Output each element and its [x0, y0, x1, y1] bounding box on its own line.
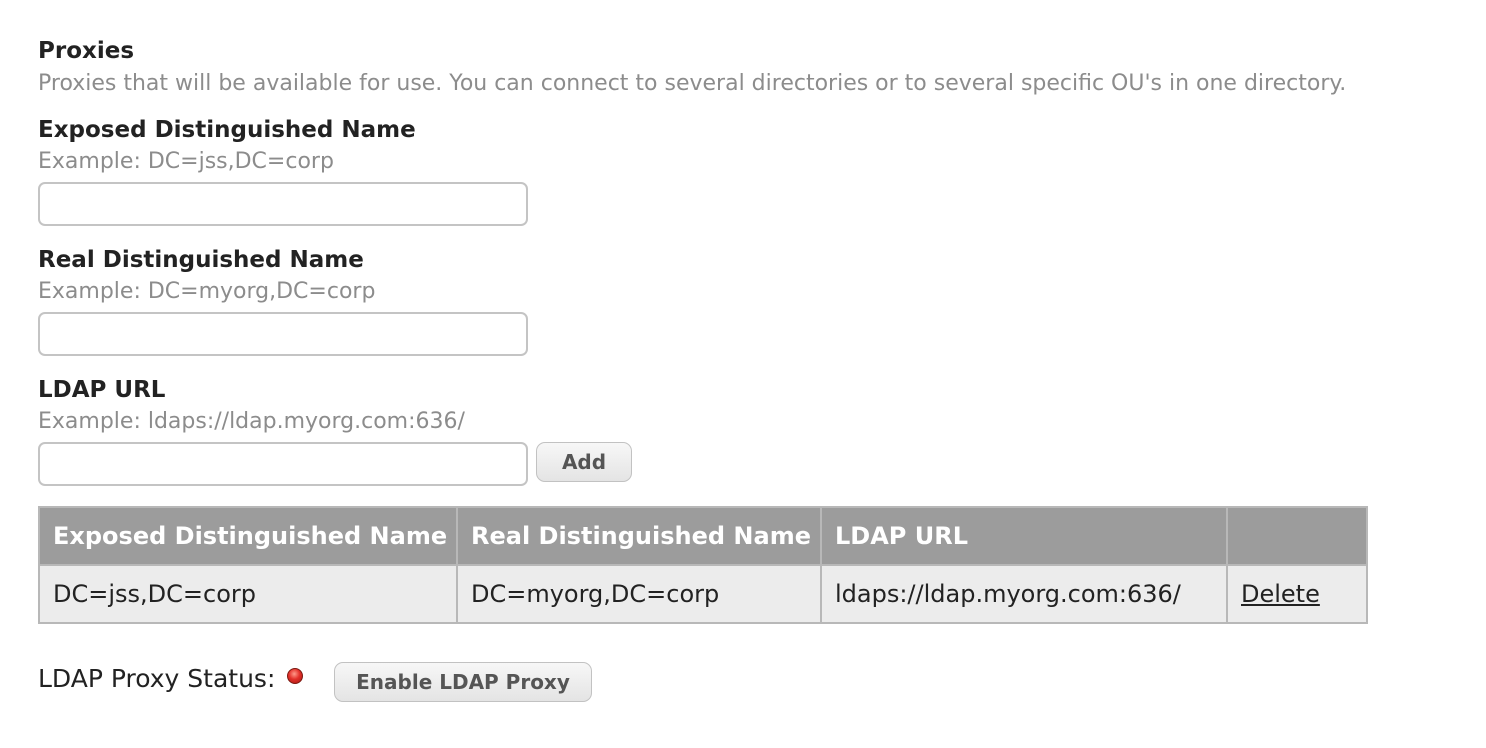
cell-actions: Delete	[1226, 564, 1368, 624]
enable-ldap-proxy-button[interactable]: Enable LDAP Proxy	[334, 662, 592, 702]
column-header-real-dn: Real Distinguished Name	[456, 506, 822, 566]
real-dn-label: Real Distinguished Name	[38, 247, 364, 273]
ldap-url-input[interactable]	[38, 442, 528, 486]
ldap-url-label: LDAP URL	[38, 377, 166, 403]
delete-link[interactable]: Delete	[1241, 580, 1320, 608]
column-header-ldap-url: LDAP URL	[820, 506, 1228, 566]
proxies-description: Proxies that will be available for use. …	[38, 71, 1347, 96]
ldap-proxy-status-label: LDAP Proxy Status:	[38, 664, 276, 693]
cell-exposed-dn: DC=jss,DC=corp	[38, 564, 458, 624]
real-dn-example: Example: DC=myorg,DC=corp	[38, 279, 376, 304]
column-header-actions	[1226, 506, 1368, 566]
column-header-exposed-dn: Exposed Distinguished Name	[38, 506, 458, 566]
real-dn-input[interactable]	[38, 312, 528, 356]
table-header-row: Exposed Distinguished Name Real Distingu…	[38, 506, 1368, 566]
proxies-table: Exposed Distinguished Name Real Distingu…	[38, 506, 1368, 624]
proxies-heading: Proxies	[38, 38, 135, 64]
cell-ldap-url: ldaps://ldap.myorg.com:636/	[820, 564, 1228, 624]
exposed-dn-label: Exposed Distinguished Name	[38, 117, 416, 143]
table-row: DC=jss,DC=corp DC=myorg,DC=corp ldaps://…	[38, 564, 1368, 624]
add-button[interactable]: Add	[536, 442, 632, 482]
cell-real-dn: DC=myorg,DC=corp	[456, 564, 822, 624]
status-indicator-icon	[287, 668, 303, 684]
ldap-url-example: Example: ldaps://ldap.myorg.com:636/	[38, 409, 465, 434]
exposed-dn-example: Example: DC=jss,DC=corp	[38, 149, 334, 174]
exposed-dn-input[interactable]	[38, 182, 528, 226]
